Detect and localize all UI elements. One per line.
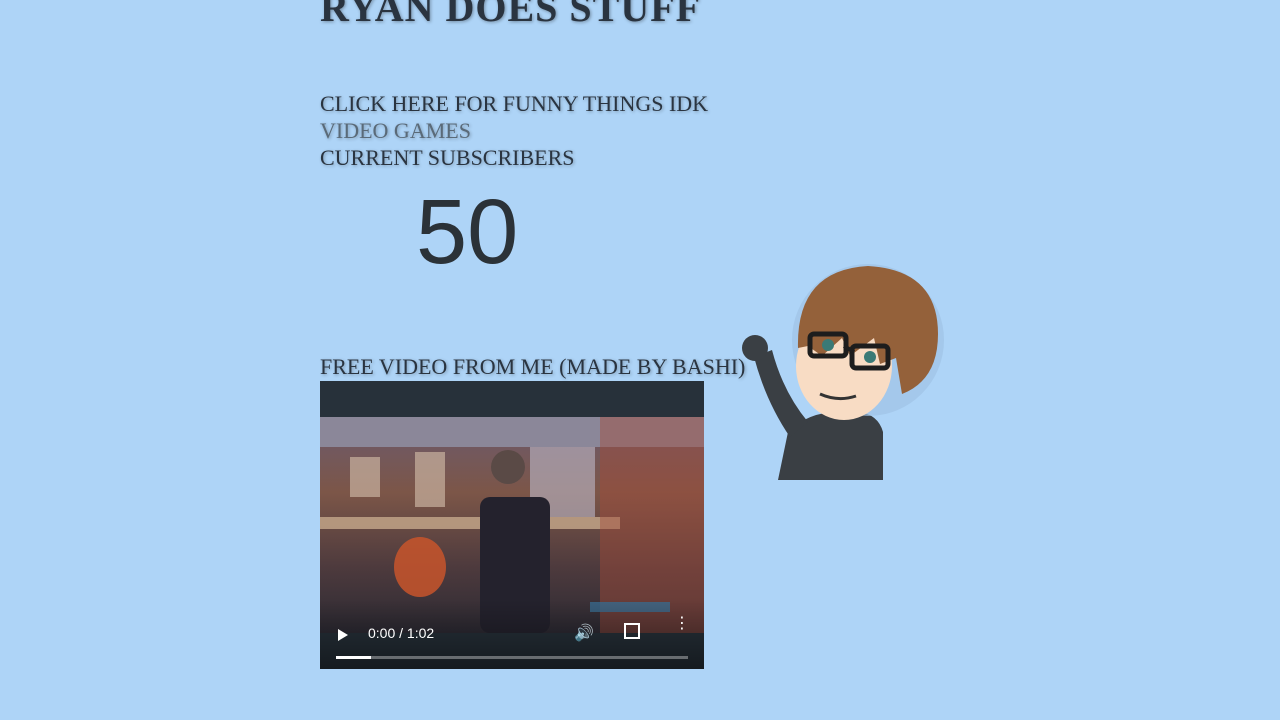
more-vertical-icon[interactable]: ⋮ [674,616,690,632]
video-games-link[interactable]: VIDEO GAMES [320,117,708,144]
fullscreen-icon[interactable] [624,623,640,639]
video-caption: FREE VIDEO FROM ME (MADE BY BASHI) [320,354,746,379]
subscriber-count: 50 [416,181,519,283]
page-title: RYAN DOES STUFF [320,0,702,30]
video-progress-bar[interactable] [336,656,688,659]
mii-avatar-image [742,264,944,480]
nav-links: CLICK HERE FOR FUNNY THINGS IDK VIDEO GA… [320,90,708,171]
video-player[interactable]: 0:00 / 1:02 🔊 ⋮ [320,381,704,669]
video-progress-fill [336,656,372,659]
funny-things-link[interactable]: CLICK HERE FOR FUNNY THINGS IDK [320,90,708,117]
play-icon[interactable] [338,629,348,641]
video-time: 0:00 / 1:02 [368,625,435,641]
volume-icon[interactable]: 🔊 [574,623,594,643]
video-controls: 0:00 / 1:02 🔊 ⋮ [320,599,704,669]
subscribers-label: CURRENT SUBSCRIBERS [320,145,575,170]
